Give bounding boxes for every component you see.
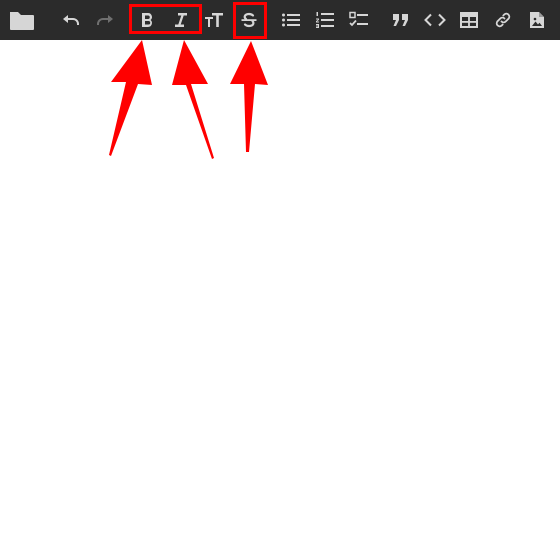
arrow-to-strikethrough	[230, 41, 268, 152]
arrow-to-bold	[109, 40, 152, 156]
arrow-to-italic	[172, 40, 214, 159]
annotation-arrows	[109, 40, 268, 159]
